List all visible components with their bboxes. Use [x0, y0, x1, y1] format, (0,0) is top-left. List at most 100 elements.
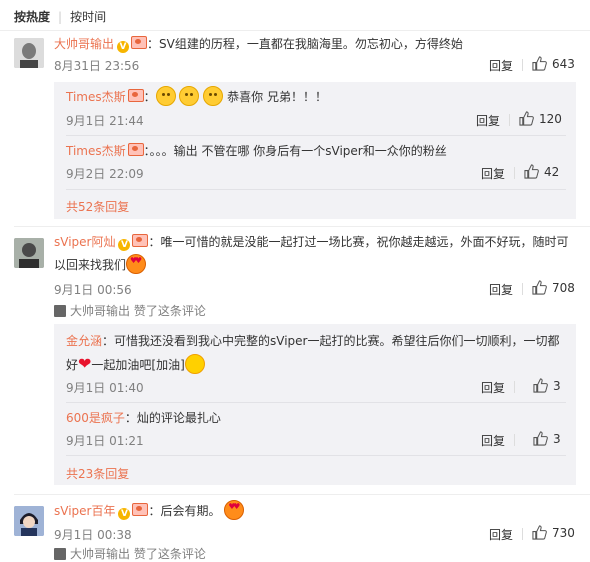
comment-text: 以回来找我们 — [54, 258, 127, 272]
thumbs-up-icon — [532, 525, 547, 540]
smile-emoji-icon — [203, 86, 224, 106]
like-count: 120 — [539, 112, 562, 126]
vip-icon — [131, 36, 148, 49]
reply-author[interactable]: 600是疯子 — [66, 411, 125, 425]
avatar-mini-icon — [54, 305, 66, 317]
reply-button[interactable]: 回复 — [476, 112, 500, 129]
reply-button[interactable]: 回复 — [481, 379, 505, 396]
divider — [66, 402, 566, 403]
comment-author[interactable]: 大帅哥输出 — [54, 37, 114, 51]
comment-2-line-1: sViper阿灿 V ：唯一可惜的就是没能一起打过一场比赛，祝你越走越远，外面不好玩… — [54, 231, 568, 253]
like-count: 42 — [544, 165, 560, 179]
comment-2-line-2: 以回来找我们 — [54, 254, 147, 276]
like-button[interactable]: 643 — [532, 56, 575, 71]
comment-text: ：唯一可惜的就是没能一起打过一场比赛，祝你越走越远，外面不好玩，随时可 — [148, 235, 569, 249]
avatar[interactable] — [14, 506, 44, 536]
sort-by-hot[interactable]: 按热度 — [14, 10, 50, 24]
comment-author[interactable]: sViper百年 — [54, 504, 115, 518]
more-replies-link[interactable]: 共23条回复 — [66, 465, 129, 482]
like-count: 708 — [552, 281, 575, 295]
reply-text: 一起加油吧[加油] — [91, 358, 185, 372]
thumbs-up-icon — [532, 280, 547, 295]
divider — [14, 494, 590, 495]
like-button[interactable]: 730 — [532, 525, 575, 540]
reply-button[interactable]: 回复 — [489, 526, 513, 543]
divider — [0, 30, 590, 31]
reply-1-body: Times杰斯： 恭喜你 兄弟！！！ — [66, 86, 327, 108]
reply-text: 好 — [66, 358, 79, 372]
action-divider — [514, 434, 515, 446]
reply-time: 9月1日 21:44 — [66, 114, 144, 128]
like-count: 3 — [553, 432, 561, 446]
reply-author[interactable]: 金允涵 — [66, 334, 102, 348]
action-divider — [522, 59, 523, 71]
thumbs-up-icon — [519, 111, 534, 126]
vip-icon — [132, 503, 149, 516]
comment-1-body: 大帅哥输出 V ：SV组建的历程，一直都在我脑海里。勿忘初心，方得终始 — [54, 33, 463, 55]
divider — [66, 135, 566, 136]
reply-button[interactable]: 回复 — [481, 165, 505, 182]
reply-time: 9月1日 01:21 — [66, 434, 144, 448]
avatar-mini-icon — [54, 548, 66, 560]
like-button[interactable]: 3 — [533, 378, 561, 393]
liked-by-label: 赞了这条评论 — [133, 304, 206, 318]
verified-icon: V — [117, 41, 130, 53]
sort-by-time[interactable]: 按时间 — [70, 10, 106, 24]
reply-2-body: Times杰斯 ：。。。输出 不管在哪 你身后有一个sViper和一众你的粉丝 — [66, 140, 447, 162]
verified-icon: V — [118, 239, 131, 251]
comment-author[interactable]: sViper阿灿 — [54, 235, 115, 249]
vip-icon — [127, 89, 144, 102]
avatar[interactable] — [14, 238, 44, 268]
reply-3-line-2: 好❤一起加油吧[加油] — [66, 353, 205, 376]
like-count: 643 — [552, 57, 575, 71]
reply-button[interactable]: 回复 — [481, 432, 505, 449]
reply-author[interactable]: Times杰斯 — [66, 144, 126, 158]
liked-by-label: 赞了这条评论 — [133, 547, 206, 561]
action-divider — [522, 283, 523, 295]
smile-emoji-icon — [179, 86, 200, 106]
liked-by: 大帅哥输出 赞了这条评论 — [54, 302, 206, 319]
thumbs-up-icon — [533, 431, 548, 446]
like-button[interactable]: 42 — [524, 164, 559, 179]
thumbs-up-icon — [532, 56, 547, 71]
reply-3-line-1: 金允涵：可惜我还没看到我心中完整的sViper一起打的比赛。希望往后你们一切顺利… — [66, 330, 559, 352]
sort-bar: 按热度 | 按时间 — [14, 8, 106, 25]
like-button[interactable]: 708 — [532, 280, 575, 295]
reply-time: 9月2日 22:09 — [66, 167, 144, 181]
action-divider — [514, 381, 515, 393]
reply-text: ：可惜我还没看到我心中完整的sViper一起打的比赛。希望往后你们一切顺利，一切… — [102, 334, 560, 348]
comment-time: 9月1日 00:38 — [54, 528, 132, 542]
comment-time: 9月1日 00:56 — [54, 283, 132, 297]
divider — [66, 455, 566, 456]
sun-emoji-icon — [184, 354, 205, 374]
avatar-image — [14, 506, 44, 536]
avatar-image — [14, 38, 44, 68]
thumbs-up-icon — [524, 164, 539, 179]
divider — [14, 226, 590, 227]
liked-by-user[interactable]: 大帅哥输出 — [70, 547, 130, 561]
like-button[interactable]: 120 — [519, 111, 562, 126]
action-divider — [522, 528, 523, 540]
like-count: 3 — [553, 379, 561, 393]
avatar[interactable] — [14, 38, 44, 68]
liked-by: 大帅哥输出 赞了这条评论 — [54, 545, 206, 562]
sort-divider: | — [58, 10, 63, 24]
comment-text: ：SV组建的历程，一直都在我脑海里。勿忘初心，方得终始 — [147, 37, 463, 51]
reply-button[interactable]: 回复 — [489, 57, 513, 74]
reply-author[interactable]: Times杰斯 — [66, 90, 126, 104]
reply-time: 9月1日 01:40 — [66, 381, 144, 395]
reply-text: 恭喜你 兄弟！！！ — [227, 90, 327, 104]
heart-icon: ❤ — [78, 354, 92, 373]
reply-4-body: 600是疯子：灿的评论最扎心 — [66, 407, 221, 429]
like-button[interactable]: 3 — [533, 431, 561, 446]
like-count: 730 — [552, 526, 575, 540]
vip-icon — [127, 143, 144, 156]
comment-3-body: sViper百年 V ：后会有期。 — [54, 500, 245, 522]
liked-by-user[interactable]: 大帅哥输出 — [70, 304, 130, 318]
verified-icon: V — [118, 508, 131, 520]
divider — [66, 189, 566, 190]
more-replies-link[interactable]: 共52条回复 — [66, 198, 129, 215]
comment-time: 8月31日 23:56 — [54, 59, 140, 73]
heart-eyes-emoji-icon — [224, 500, 245, 520]
reply-button[interactable]: 回复 — [489, 281, 513, 298]
